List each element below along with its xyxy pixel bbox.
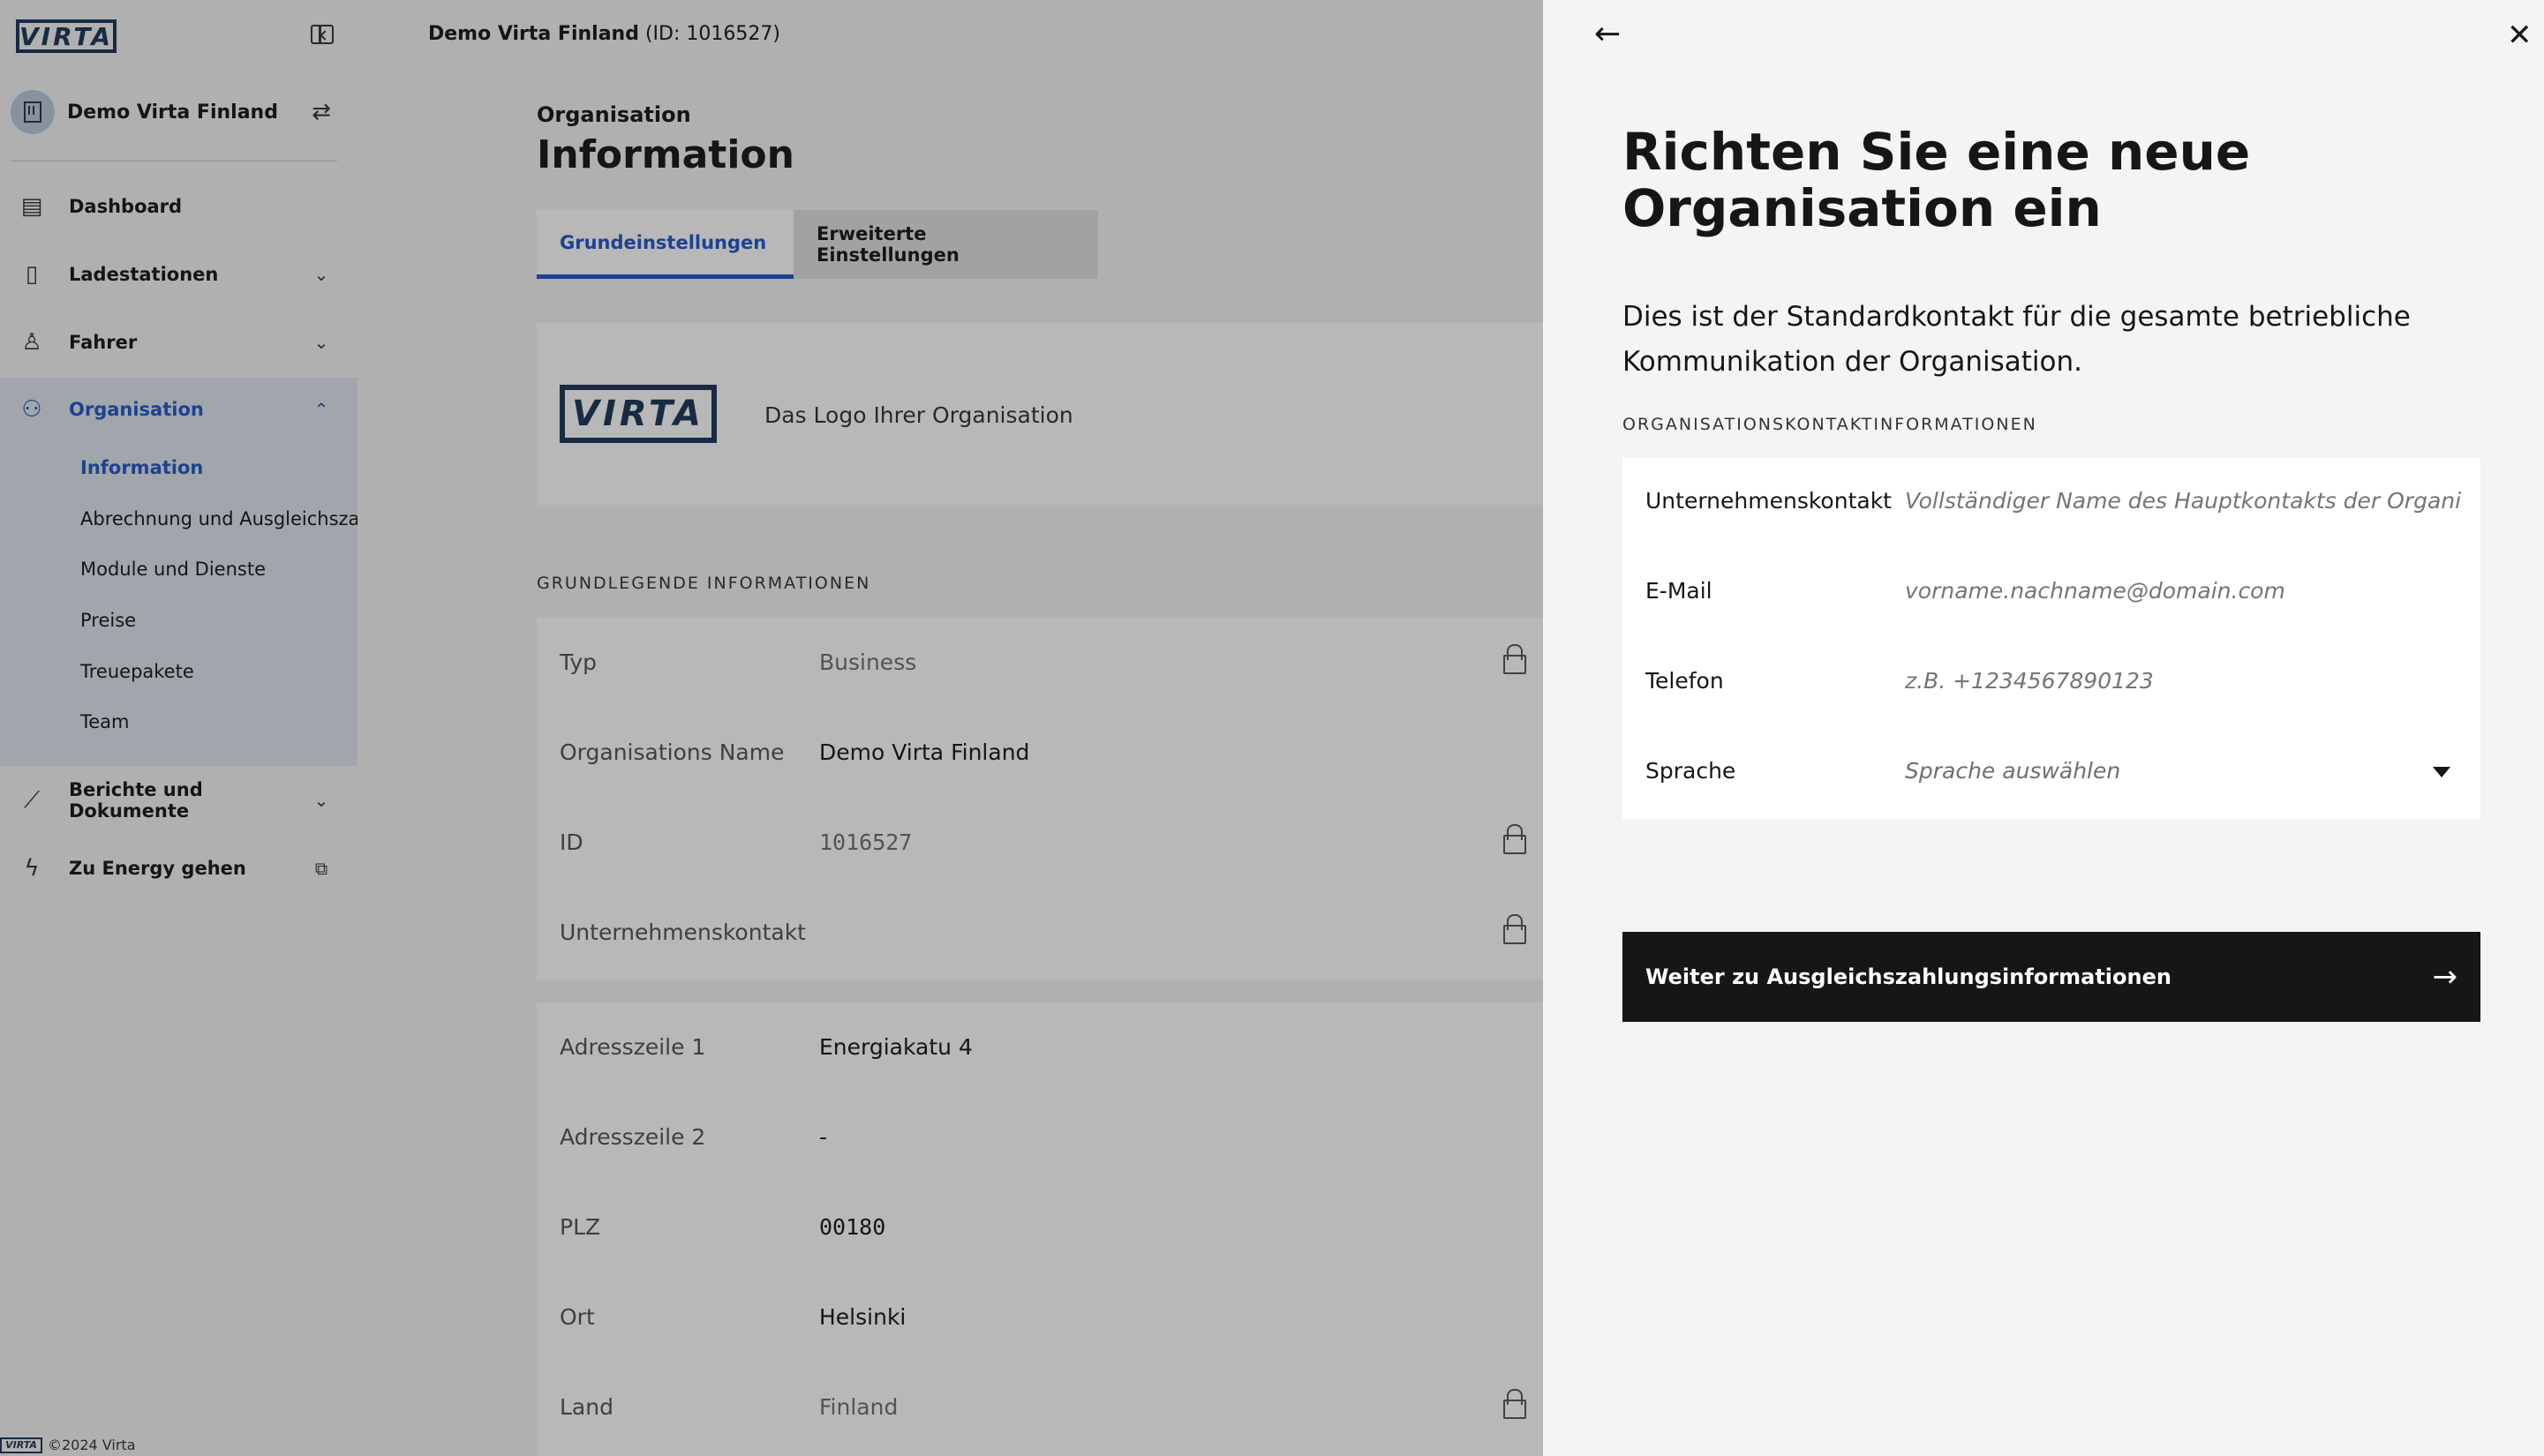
back-arrow-icon[interactable]: ← — [1594, 19, 1630, 50]
panel-title: Richten Sie eine neue Organisation ein — [1622, 122, 2251, 238]
field-label: Sprache — [1645, 758, 1736, 784]
row-language[interactable]: Sprache Sprache auswählen — [1622, 728, 2480, 818]
row-company-contact: Unternehmenskontakt — [1622, 458, 2480, 548]
close-icon[interactable]: ✕ — [2507, 18, 2533, 53]
row-phone: Telefon — [1622, 638, 2480, 728]
continue-button[interactable]: Weiter zu Ausgleichszahlungsinformatione… — [1622, 932, 2480, 1022]
arrow-right-icon: → — [2432, 959, 2458, 994]
modal-overlay[interactable] — [0, 0, 1543, 1456]
panel-description: Dies ist der Standardkontakt für die ges… — [1622, 301, 2411, 378]
company-contact-input[interactable] — [1905, 488, 2461, 514]
caret-down-icon[interactable] — [2433, 767, 2450, 777]
field-label: E-Mail — [1645, 578, 1712, 604]
phone-input[interactable] — [1905, 668, 2461, 694]
email-input[interactable] — [1905, 578, 2461, 604]
contact-form: Unternehmenskontakt E-Mail Telefon Sprac… — [1622, 458, 2480, 819]
continue-button-label: Weiter zu Ausgleichszahlungsinformatione… — [1645, 964, 2171, 989]
setup-panel: ← ✕ Richten Sie eine neue Organisation e… — [1543, 0, 2544, 1456]
row-email: E-Mail — [1622, 548, 2480, 638]
contact-section-heading: ORGANISATIONSKONTAKTINFORMATIONEN — [1622, 415, 2037, 434]
field-label: Telefon — [1645, 668, 1724, 694]
field-label: Unternehmenskontakt — [1645, 488, 1892, 514]
language-select[interactable]: Sprache auswählen — [1905, 758, 2399, 784]
